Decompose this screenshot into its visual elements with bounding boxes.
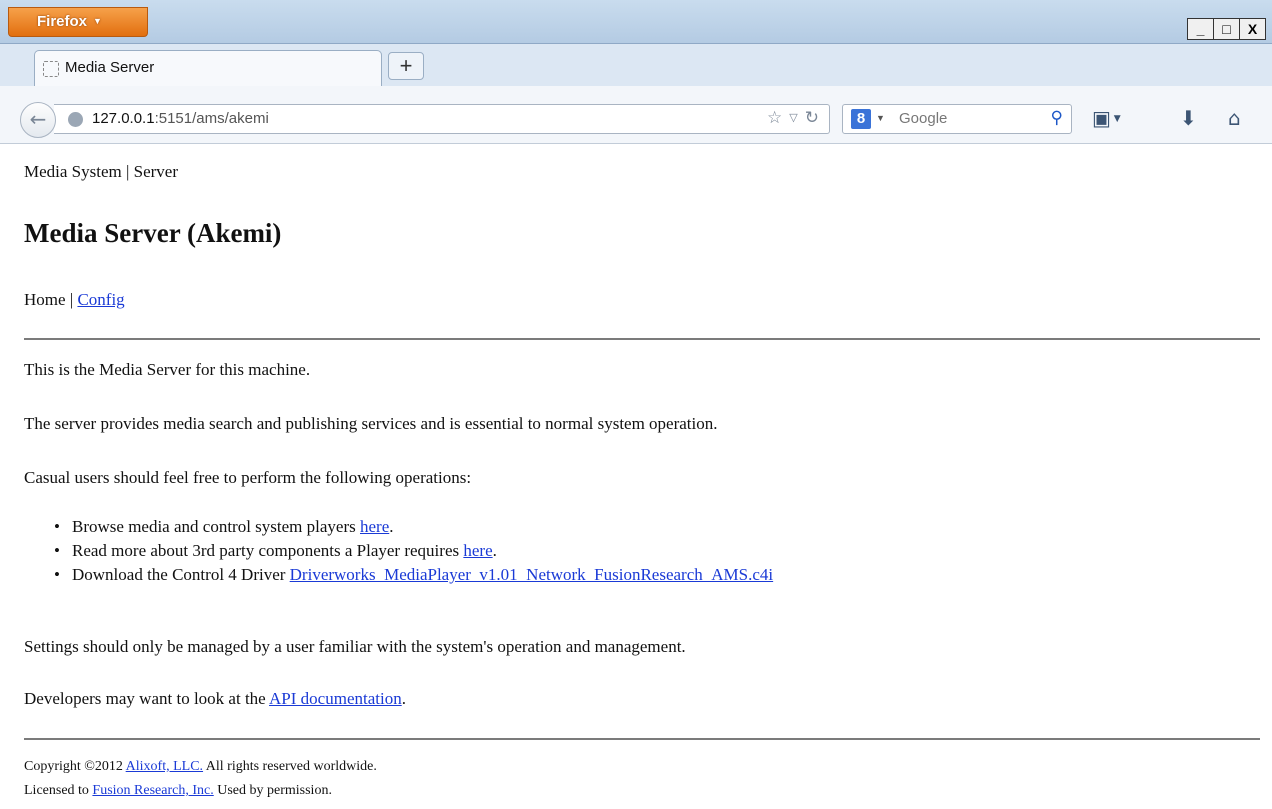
home-icon[interactable]: ⌂: [1228, 106, 1241, 130]
new-tab-button[interactable]: +: [388, 52, 424, 80]
operation-suffix: .: [389, 517, 394, 536]
copyright-prefix: Copyright ©2012: [24, 759, 126, 774]
url-path: :5151/ams/akemi: [154, 110, 269, 127]
search-placeholder: Google: [899, 110, 948, 127]
license-suffix: Used by permission.: [213, 783, 332, 798]
list-item: Browse media and control system players …: [52, 517, 773, 541]
google-engine-icon[interactable]: 8: [851, 109, 871, 129]
settings-note: Settings should only be managed by a use…: [24, 637, 686, 656]
tab-bar: Media Server: [0, 44, 1272, 86]
downloads-icon[interactable]: ⬇: [1180, 106, 1197, 130]
license-line: Licensed to Fusion Research, Inc. Used b…: [24, 780, 332, 802]
copyright-suffix: All rights reserved worldwide.: [203, 759, 377, 774]
description-text: The server provides media search and pub…: [24, 414, 718, 433]
minimize-button[interactable]: _: [1187, 18, 1214, 40]
close-window-button[interactable]: X: [1239, 18, 1266, 40]
firefox-menu-button[interactable]: Firefox ▼: [8, 7, 148, 37]
search-icon[interactable]: ⚲: [1051, 108, 1063, 128]
divider-bottom: [24, 738, 1260, 740]
window-controls: _ □ X: [1187, 18, 1266, 40]
operation-text: Read more about 3rd party components a P…: [72, 541, 464, 560]
fusion-research-link[interactable]: Fusion Research, Inc.: [92, 783, 213, 798]
bookmark-star-icon[interactable]: ☆: [767, 108, 782, 128]
list-item: Read more about 3rd party components a P…: [52, 541, 773, 565]
list-item: Download the Control 4 Driver Driverwork…: [52, 565, 773, 589]
operation-suffix: .: [492, 541, 497, 560]
nav-home-label: Home: [24, 290, 66, 309]
divider-top: [24, 338, 1260, 340]
operation-text: Browse media and control system players: [72, 517, 360, 536]
maximize-button[interactable]: □: [1213, 18, 1240, 40]
operations-list: Browse media and control system players …: [52, 517, 773, 589]
operation-text: Download the Control 4 Driver: [72, 565, 290, 584]
config-link[interactable]: Config: [77, 290, 124, 309]
dropdown-caret-icon: ▼: [93, 16, 102, 26]
third-party-components-link[interactable]: here: [463, 541, 492, 560]
page-nav: Home | Config: [24, 290, 125, 310]
firefox-menu-label: Firefox: [37, 13, 88, 30]
history-dropdown-icon[interactable]: ▽: [789, 111, 797, 124]
page-title: Media Server (Akemi): [24, 218, 282, 248]
browse-media-link[interactable]: here: [360, 517, 389, 536]
intro-text: This is the Media Server for this machin…: [24, 360, 311, 379]
search-bar[interactable]: 8 ▼ Google ⚲: [842, 104, 1072, 134]
alixoft-link[interactable]: Alixoft, LLC.: [126, 759, 203, 774]
page-favicon-icon: [43, 61, 59, 77]
back-arrow-icon: ←: [29, 107, 47, 131]
developer-note-text: Developers may want to look at the: [24, 689, 270, 708]
title-bar: Firefox ▼ _ □ X: [0, 0, 1272, 44]
api-documentation-link[interactable]: API documentation: [269, 689, 402, 708]
driver-download-link[interactable]: Driverworks_MediaPlayer_v1.01_Network_Fu…: [290, 565, 773, 584]
url-bar[interactable]: 127.0.0.1:5151/ams/akemi ☆ ▽ ↻: [54, 104, 830, 134]
engine-dropdown-icon[interactable]: ▼: [876, 113, 885, 123]
bookmarks-menu-icon[interactable]: ▣ ▼: [1092, 106, 1121, 130]
copyright-line: Copyright ©2012 Alixoft, LLC. All rights…: [24, 756, 377, 778]
navigation-toolbar: 127.0.0.1:5151/ams/akemi ☆ ▽ ↻ ← 8 ▼ Googl…: [0, 86, 1272, 144]
url-host: 127.0.0.1: [92, 110, 155, 127]
site-identity-icon: [68, 112, 83, 127]
tab-media-server[interactable]: Media Server: [34, 50, 382, 86]
tab-title: Media Server: [65, 59, 155, 76]
reload-icon[interactable]: ↻: [805, 108, 819, 128]
developer-note: Developers may want to look at the API d…: [24, 689, 406, 709]
nav-separator: |: [65, 290, 78, 309]
casual-intro-text: Casual users should feel free to perform…: [24, 468, 472, 487]
license-prefix: Licensed to: [24, 783, 93, 798]
back-button[interactable]: ←: [20, 102, 56, 138]
breadcrumb: Media System | Server: [24, 162, 179, 181]
developer-note-suffix: .: [401, 689, 406, 708]
